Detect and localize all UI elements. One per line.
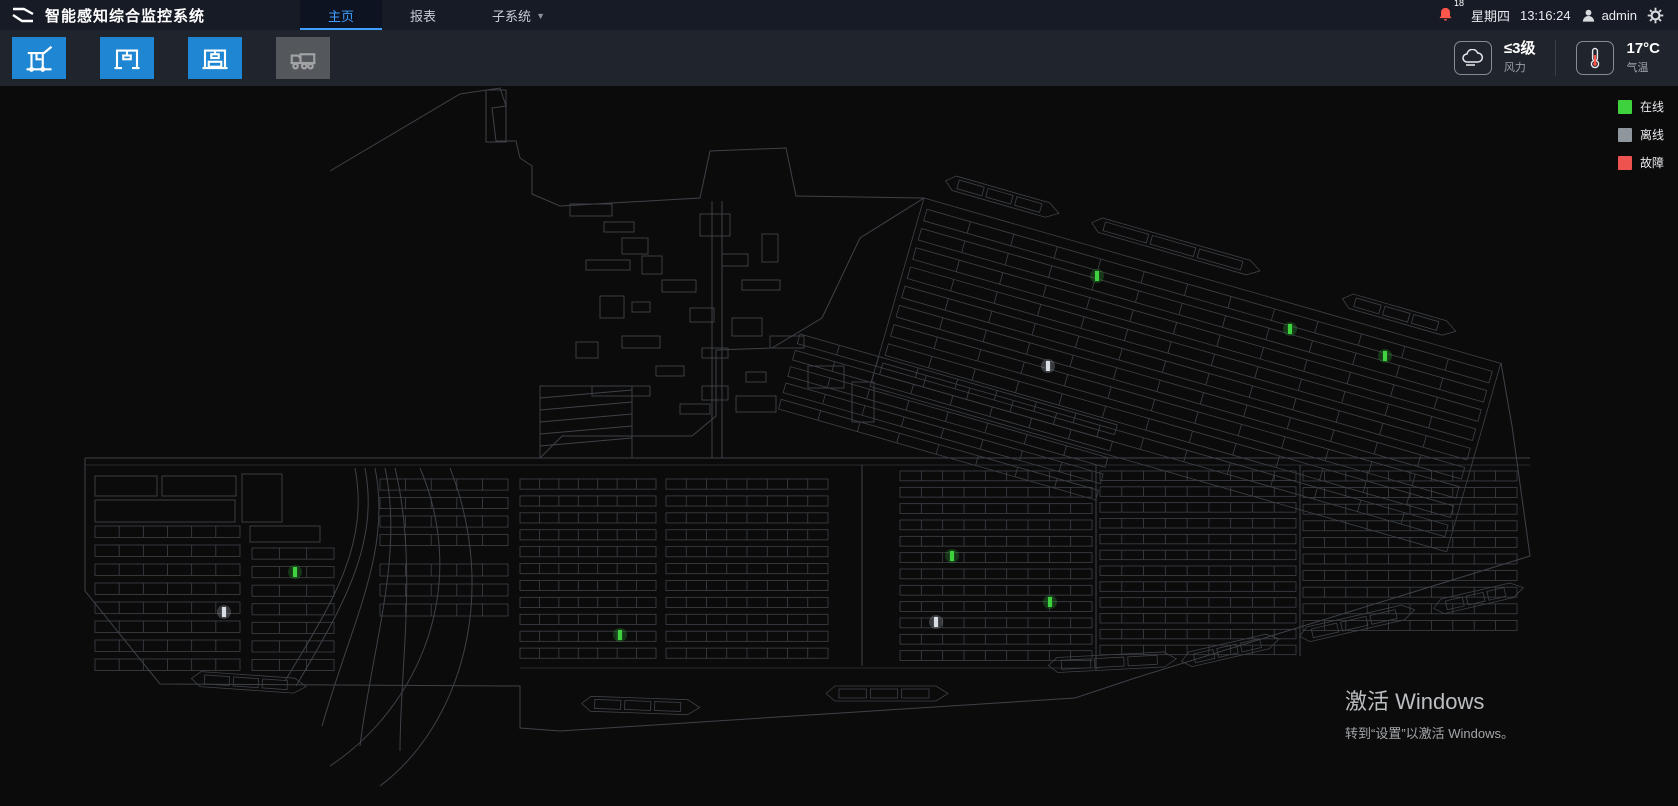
stockpile-hatch bbox=[540, 386, 632, 458]
ship bbox=[1298, 602, 1416, 643]
notification-bell-icon[interactable]: 18 bbox=[1438, 6, 1453, 25]
equipment-button-container-truck[interactable] bbox=[276, 37, 330, 79]
ships-south bbox=[191, 580, 1525, 715]
topbar: 智能感知综合监控系统 主页 报表 子系统 ▼ 18 星期四 bbox=[0, 0, 1678, 30]
brand: 智能感知综合监控系统 bbox=[0, 5, 205, 26]
legend-item-online: 在线 bbox=[1618, 98, 1664, 115]
device-marker-online[interactable] bbox=[1378, 349, 1392, 363]
temperature-label: 气温 bbox=[1626, 59, 1660, 75]
wind-label: 风力 bbox=[1504, 59, 1536, 75]
ships-north bbox=[942, 174, 1459, 339]
main-nav: 主页 报表 子系统 ▼ bbox=[300, 0, 573, 30]
wind-cloud-icon bbox=[1454, 41, 1492, 75]
wharf-berths bbox=[870, 169, 1509, 552]
app-title: 智能感知综合监控系统 bbox=[45, 5, 205, 26]
tab-subsystem[interactable]: 子系统 ▼ bbox=[464, 0, 573, 30]
temperature-value: 17°C bbox=[1626, 41, 1660, 58]
ship bbox=[1090, 215, 1262, 278]
ship bbox=[826, 686, 948, 701]
wind-value: ≤3级 bbox=[1504, 41, 1536, 58]
equipment-button-rail-crane[interactable] bbox=[188, 37, 242, 79]
device-marker-online[interactable] bbox=[1090, 269, 1104, 283]
temperature-readout: 17°C 气温 bbox=[1626, 41, 1660, 76]
device-marker-offline[interactable] bbox=[217, 605, 231, 619]
device-marker-online[interactable] bbox=[613, 628, 627, 642]
legend-item-offline: 离线 bbox=[1618, 126, 1664, 143]
port-map[interactable] bbox=[0, 86, 1678, 806]
app-root: 智能感知综合监控系统 主页 报表 子系统 ▼ 18 星期四 bbox=[0, 0, 1678, 806]
tab-reports-label: 报表 bbox=[410, 6, 436, 25]
username: admin bbox=[1602, 8, 1637, 23]
ship bbox=[944, 174, 1062, 221]
topbar-right: 18 星期四 13:16:24 admin bbox=[1438, 6, 1678, 25]
fault-swatch bbox=[1618, 156, 1632, 170]
device-marker-offline[interactable] bbox=[929, 615, 943, 629]
container-yards bbox=[95, 471, 1517, 671]
offline-swatch bbox=[1618, 128, 1632, 142]
tab-home[interactable]: 主页 bbox=[300, 0, 382, 30]
tab-home-label: 主页 bbox=[328, 6, 354, 25]
container-truck-icon bbox=[286, 43, 320, 73]
wind-readout: ≤3级 风力 bbox=[1504, 41, 1536, 76]
status-legend: 在线 离线 故障 bbox=[1618, 98, 1664, 171]
equipment-toolbar: ≤3级 风力 17°C 气温 bbox=[0, 30, 1678, 86]
divider bbox=[1555, 40, 1556, 76]
settings-gear-icon[interactable] bbox=[1647, 7, 1664, 24]
fault-label: 故障 bbox=[1640, 154, 1664, 171]
ship bbox=[1432, 580, 1525, 615]
equipment-filter-group bbox=[10, 37, 330, 79]
rail-crane-icon bbox=[198, 43, 232, 73]
wharf-berths-inner bbox=[779, 334, 1118, 500]
ship bbox=[1340, 292, 1458, 339]
device-marker-online[interactable] bbox=[945, 549, 959, 563]
port-map-area: 在线 离线 故障 激活 Windows 转到“设置”以激活 Windows。 bbox=[0, 86, 1678, 806]
buildings bbox=[95, 204, 874, 542]
online-label: 在线 bbox=[1640, 98, 1664, 115]
user-menu[interactable]: admin bbox=[1581, 8, 1637, 23]
app-logo-icon bbox=[10, 5, 36, 25]
legend-item-fault: 故障 bbox=[1618, 154, 1664, 171]
chevron-down-icon: ▼ bbox=[536, 11, 545, 21]
notification-count: 18 bbox=[1454, 0, 1464, 8]
equipment-button-gantry-crane[interactable] bbox=[100, 37, 154, 79]
offline-label: 离线 bbox=[1640, 126, 1664, 143]
device-marker-online[interactable] bbox=[1283, 322, 1297, 336]
device-marker-offline[interactable] bbox=[1041, 359, 1055, 373]
ship bbox=[581, 696, 699, 715]
gantry-crane-icon bbox=[110, 43, 144, 73]
tab-subsystem-label: 子系统 bbox=[492, 6, 531, 25]
device-marker-online[interactable] bbox=[288, 565, 302, 579]
clock: 13:16:24 bbox=[1520, 8, 1571, 23]
weekday-label: 星期四 bbox=[1471, 6, 1510, 25]
device-marker-online[interactable] bbox=[1043, 595, 1057, 609]
quay-crane-icon bbox=[22, 43, 56, 73]
thermometer-icon bbox=[1576, 41, 1614, 75]
weather-panel: ≤3级 风力 17°C 气温 bbox=[1454, 40, 1668, 76]
online-swatch bbox=[1618, 100, 1632, 114]
tab-reports[interactable]: 报表 bbox=[382, 0, 464, 30]
equipment-button-quay-crane[interactable] bbox=[12, 37, 66, 79]
user-icon bbox=[1581, 8, 1596, 23]
